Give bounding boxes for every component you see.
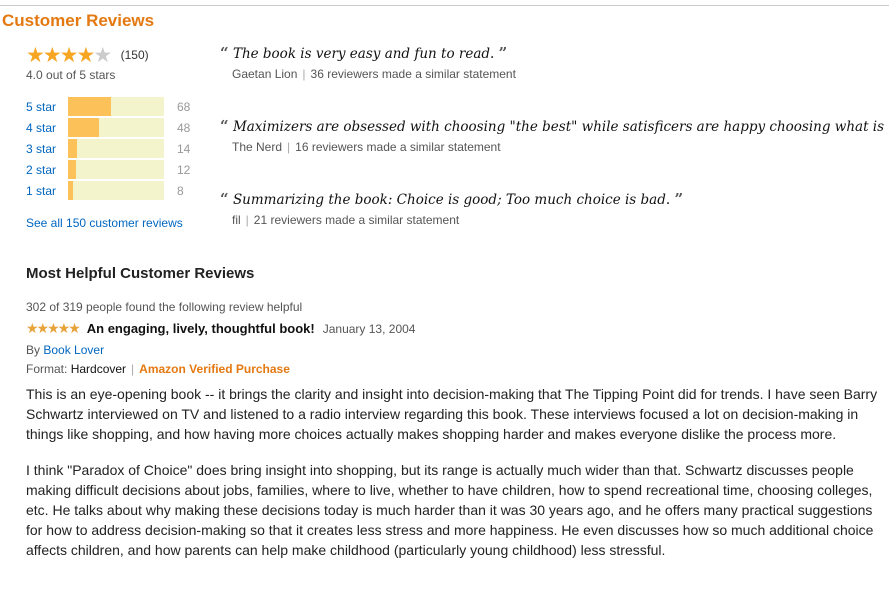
quote-author: fil (232, 213, 241, 227)
histogram-fill (68, 181, 73, 200)
separator: | (131, 362, 135, 376)
histogram-bar[interactable] (68, 160, 164, 179)
star-rating-icon[interactable]: ★★★★★ (26, 45, 112, 66)
histogram-label[interactable]: 4 star (26, 121, 68, 135)
rating-summary: ★★★★★ (150) 4.0 out of 5 stars 5 star 68 … (26, 45, 206, 230)
review-author-link[interactable]: Book Lover (43, 343, 104, 357)
histogram-row[interactable]: 5 star 68 (26, 96, 206, 117)
quote-author: The Nerd (232, 140, 283, 154)
format-value: Hardcover (70, 362, 127, 376)
see-all-reviews-link[interactable]: See all 150 customer reviews (26, 216, 206, 230)
divider (0, 5, 889, 6)
page-title: Customer Reviews (2, 11, 155, 30)
review-quotes: “ The book is very easy and fun to read.… (220, 44, 889, 263)
histogram-count: 8 (177, 183, 184, 198)
histogram-bar[interactable] (68, 181, 164, 200)
separator: | (302, 67, 306, 81)
review-date: January 13, 2004 (322, 321, 416, 336)
histogram-bar[interactable] (68, 97, 164, 116)
histogram-fill (68, 97, 112, 116)
histogram-count: 68 (177, 99, 191, 114)
histogram-bar[interactable] (68, 118, 164, 137)
histogram-label[interactable]: 2 star (26, 163, 68, 177)
review-count[interactable]: (150) (121, 48, 149, 62)
close-quote-icon: ” (674, 190, 684, 208)
histogram-fill (68, 160, 76, 179)
histogram-count: 12 (177, 162, 191, 177)
similar-count[interactable]: 21 reviewers made a similar statement (254, 213, 459, 227)
histogram-row[interactable]: 3 star 14 (26, 138, 206, 159)
histogram-count: 14 (177, 141, 191, 156)
separator: | (287, 140, 291, 154)
quote-item: “ Maximizers are obsessed with choosing … (220, 117, 889, 190)
review-paragraph: This is an eye-opening book -- it brings… (26, 386, 878, 442)
average-rating: 4.0 out of 5 stars (26, 68, 116, 82)
histogram-fill (68, 139, 77, 158)
format-label: Format: (26, 362, 68, 376)
close-quote-icon: ” (498, 44, 508, 62)
histogram-label[interactable]: 1 star (26, 184, 68, 198)
similar-count[interactable]: 16 reviewers made a similar statement (295, 140, 500, 154)
similar-count[interactable]: 36 reviewers made a similar statement (311, 67, 516, 81)
quote-text[interactable]: Maximizers are obsessed with choosing "t… (233, 119, 889, 135)
by-label: By (26, 343, 41, 357)
quote-text[interactable]: The book is very easy and fun to read. (233, 46, 494, 62)
verified-purchase-badge[interactable]: Amazon Verified Purchase (139, 362, 290, 376)
rating-histogram: 5 star 68 4 star 48 3 star 14 2 star 12 1 st… (26, 96, 206, 201)
histogram-bar[interactable] (68, 139, 164, 158)
review-body: This is an eye-opening book -- it brings… (26, 384, 886, 560)
review-paragraph: I think "Paradox of Choice" does bring i… (26, 462, 874, 558)
histogram-row[interactable]: 2 star 12 (26, 159, 206, 180)
quote-item: “ Summarizing the book: Choice is good; … (220, 190, 889, 263)
review: 302 of 319 people found the following re… (26, 300, 886, 576)
open-quote-icon: “ (220, 117, 229, 135)
separator: | (245, 213, 249, 227)
histogram-label[interactable]: 5 star (26, 100, 68, 114)
open-quote-icon: “ (220, 190, 229, 208)
quote-item: “ The book is very easy and fun to read.… (220, 44, 889, 117)
most-helpful-heading: Most Helpful Customer Reviews (26, 265, 255, 282)
histogram-row[interactable]: 4 star 48 (26, 117, 206, 138)
open-quote-icon: “ (220, 44, 229, 62)
histogram-count: 48 (177, 120, 191, 135)
helpful-votes: 302 of 319 people found the following re… (26, 300, 303, 314)
histogram-fill (68, 118, 99, 137)
quote-text[interactable]: Summarizing the book: Choice is good; To… (233, 192, 670, 208)
histogram-label[interactable]: 3 star (26, 142, 68, 156)
quote-author: Gaetan Lion (232, 67, 298, 81)
review-stars-icon: ★★★★★ (26, 320, 81, 336)
histogram-row[interactable]: 1 star 8 (26, 180, 206, 201)
review-title[interactable]: An engaging, lively, thoughtful book! (87, 321, 315, 336)
